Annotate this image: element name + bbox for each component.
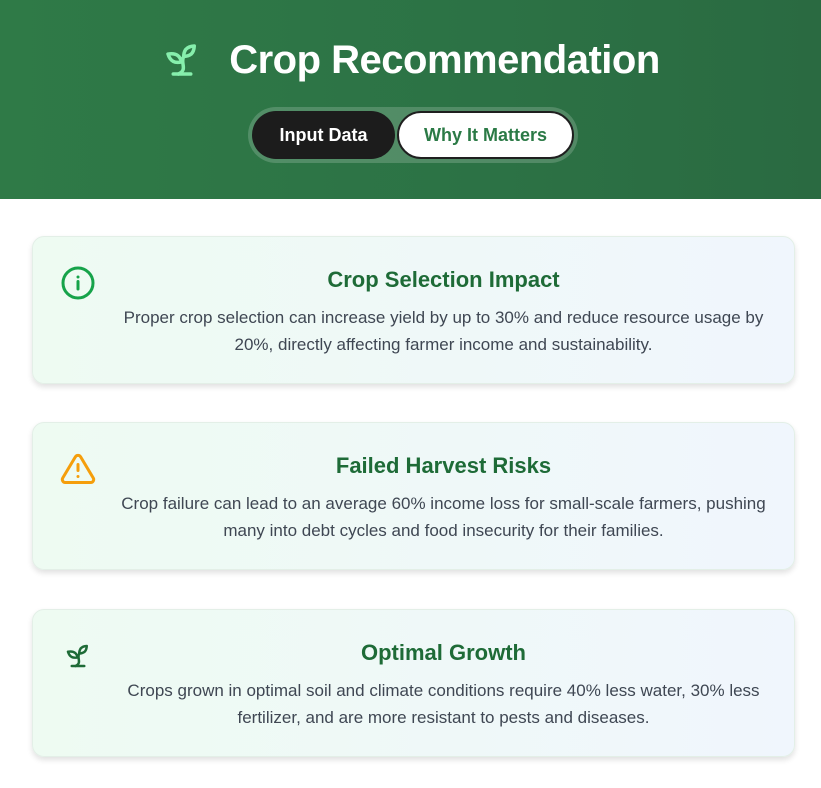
card-crop-selection-impact: Crop Selection Impact Proper crop select… [32, 236, 795, 384]
card-title: Optimal Growth [361, 640, 526, 665]
page-header: Crop Recommendation Input Data Why It Ma… [0, 0, 821, 199]
sprout-icon [59, 637, 97, 675]
view-toggle: Input Data Why It Matters [248, 107, 578, 163]
card-optimal-growth: Optimal Growth Crops grown in optimal so… [32, 609, 795, 757]
card-text: Crop failure can lead to an average 60% … [121, 494, 766, 540]
card-text: Crops grown in optimal soil and climate … [127, 681, 760, 727]
tab-input-data[interactable]: Input Data [252, 111, 396, 159]
info-circle-icon [59, 264, 97, 302]
page-title: Crop Recommendation [229, 38, 660, 82]
card-text: Proper crop selection can increase yield… [123, 308, 764, 354]
sprout-icon [161, 39, 203, 81]
card-failed-harvest-risks: Failed Harvest Risks Crop failure can le… [32, 422, 795, 570]
card-title: Crop Selection Impact [327, 267, 560, 292]
warning-triangle-icon [59, 450, 97, 488]
card-title: Failed Harvest Risks [335, 453, 552, 478]
tab-why-it-matters[interactable]: Why It Matters [397, 111, 574, 159]
title-row: Crop Recommendation [0, 30, 821, 90]
